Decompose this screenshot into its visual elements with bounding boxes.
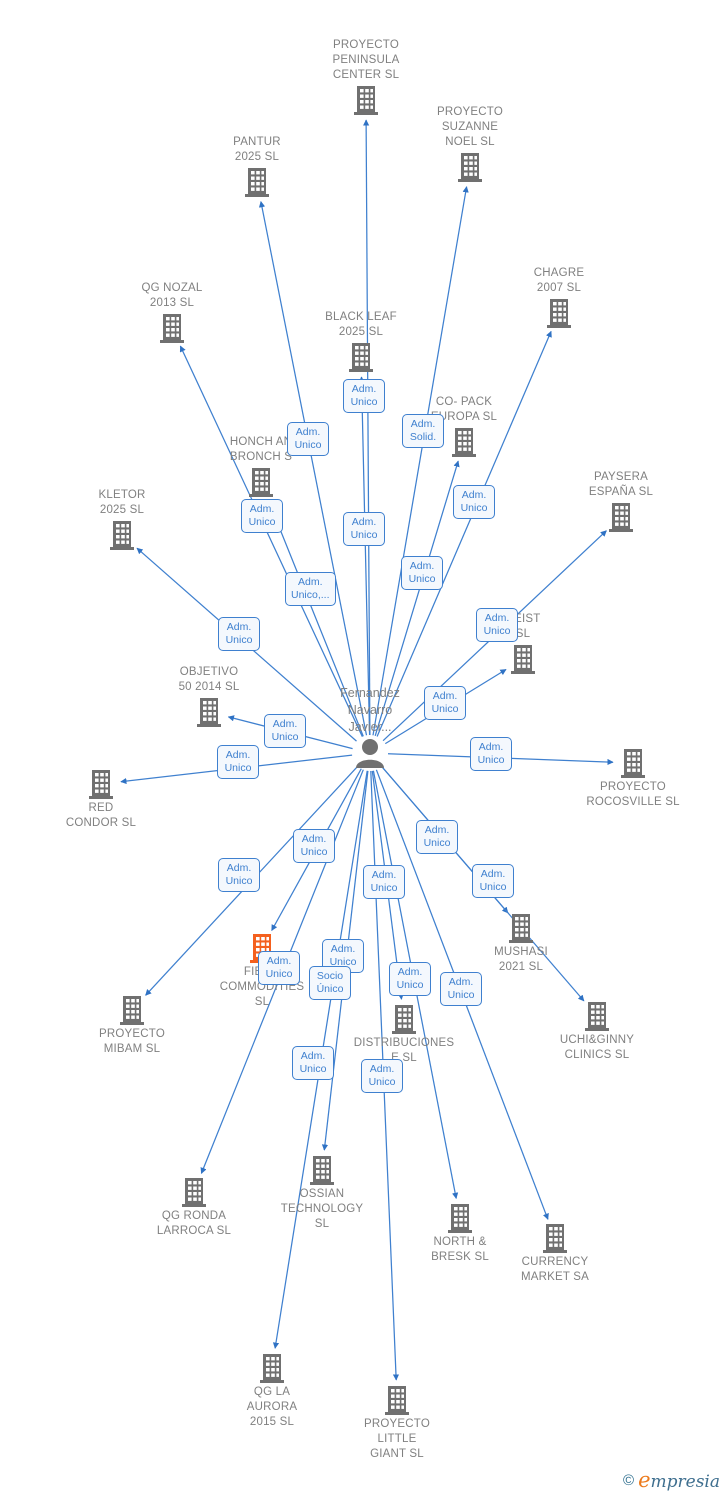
company-node[interactable]: QG NOZAL 2013 SL <box>112 281 232 344</box>
relation-label[interactable]: Adm. Unico <box>218 858 260 892</box>
company-node-label: UCHI&GINNY CLINICS SL <box>559 1034 635 1061</box>
relation-label[interactable]: Adm. Unico <box>287 422 329 456</box>
person-icon <box>353 738 387 773</box>
company-node[interactable]: DISTRIBUCIONES E SL <box>344 1003 464 1066</box>
relation-label[interactable]: Adm. Unico <box>343 379 385 413</box>
building-icon <box>507 912 535 944</box>
relation-label[interactable]: Adm. Unico,... <box>285 572 336 606</box>
relation-label[interactable]: Adm. Unico <box>401 556 443 590</box>
building-icon <box>352 84 380 116</box>
company-node-label: QG NOZAL 2013 SL <box>141 282 203 309</box>
company-node[interactable]: PROYECTO LITTLE GIANT SL <box>337 1384 457 1462</box>
building-icon <box>347 341 375 373</box>
company-node-label: PANTUR 2025 SL <box>233 136 281 163</box>
building-icon <box>308 1154 336 1186</box>
relation-label[interactable]: Adm. Unico <box>258 951 300 985</box>
building-icon <box>180 1176 208 1208</box>
company-node[interactable]: PROYECTO ROCOSVILLE SL <box>573 747 693 810</box>
relation-label[interactable]: Adm. Unico <box>217 745 259 779</box>
relation-label[interactable]: Adm. Solid. <box>402 414 444 448</box>
company-node[interactable]: PROYECTO MIBAM SL <box>72 994 192 1057</box>
building-icon <box>583 1000 611 1032</box>
building-icon <box>456 151 484 183</box>
building-icon <box>607 501 635 533</box>
building-icon <box>446 1202 474 1234</box>
company-node-label: KLETOR 2025 SL <box>98 489 146 516</box>
company-node[interactable]: PANTUR 2025 SL <box>197 135 317 198</box>
relation-label[interactable]: Adm. Unico <box>292 1046 334 1080</box>
company-node-label: CURRENCY MARKET SA <box>520 1256 590 1283</box>
building-icon <box>247 466 275 498</box>
relation-label[interactable]: Adm. Unico <box>218 617 260 651</box>
building-icon <box>619 747 647 779</box>
company-node-label: OSSIAN TECHNOLOGY SL <box>280 1188 364 1230</box>
company-node-label: PROYECTO ROCOSVILLE SL <box>586 781 680 808</box>
building-icon <box>450 426 478 458</box>
center-person-label: Fernandez Navarro Javier... <box>340 686 400 734</box>
company-node-label: CHAGRE 2007 SL <box>533 267 585 294</box>
relationship-edge <box>372 186 469 736</box>
company-node[interactable]: OBJETIVO 50 2014 SL <box>149 665 269 728</box>
relationship-edge <box>376 330 552 737</box>
company-node[interactable]: QG RONDA LARROCA SL <box>134 1176 254 1239</box>
company-node-label: MUSHASI 2021 SL <box>494 946 548 973</box>
brand-name: empresia <box>638 1468 720 1492</box>
relation-label[interactable]: Socio Único <box>309 966 351 1000</box>
building-icon <box>541 1222 569 1254</box>
company-node[interactable]: MUSHASI 2021 SL <box>461 912 581 975</box>
company-node-label: QG LA AURORA 2015 SL <box>246 1386 298 1428</box>
building-icon <box>118 994 146 1026</box>
company-node-label: HONCH AN BRONCH S <box>229 436 293 463</box>
relationship-graph-canvas: PROYECTO PENINSULA CENTER SL PROYECTO SUZ… <box>0 0 728 1500</box>
company-node[interactable]: BLACK LEAF 2025 SL <box>301 310 421 373</box>
building-icon <box>383 1384 411 1416</box>
relationship-edge <box>363 119 371 736</box>
company-node[interactable]: PAYSERA ESPAÑA SL <box>561 470 681 533</box>
center-person-node[interactable]: Fernandez Navarro Javier... <box>290 685 450 773</box>
building-icon <box>243 166 271 198</box>
watermark: © empresia <box>623 1468 720 1492</box>
company-node-label: NORTH & BRESK SL <box>431 1236 489 1263</box>
relation-label[interactable]: Adm. Unico <box>241 499 283 533</box>
relation-label[interactable]: Adm. Unico <box>476 608 518 642</box>
company-node-label: PROYECTO LITTLE GIANT SL <box>364 1418 430 1460</box>
building-icon <box>108 519 136 551</box>
company-node[interactable]: KLETOR 2025 SL <box>62 488 182 551</box>
building-icon <box>545 297 573 329</box>
company-node-label: OBJETIVO 50 2014 SL <box>178 666 240 693</box>
company-node[interactable]: RED CONDOR SL <box>41 768 161 831</box>
copyright-icon: © <box>623 1471 635 1489</box>
relation-label[interactable]: Adm. Unico <box>416 820 458 854</box>
relation-label[interactable]: Adm. Unico <box>361 1059 403 1093</box>
company-node-label: RED CONDOR SL <box>65 802 137 829</box>
building-icon <box>195 696 223 728</box>
company-node-label: BLACK LEAF 2025 SL <box>325 311 397 338</box>
company-node[interactable]: UCHI&GINNY CLINICS SL <box>537 1000 657 1063</box>
relation-label[interactable]: Adm. Unico <box>453 485 495 519</box>
building-icon <box>390 1003 418 1035</box>
company-node[interactable]: CURRENCY MARKET SA <box>495 1222 615 1285</box>
building-icon <box>158 312 186 344</box>
company-node[interactable]: PROYECTO SUZANNE NOEL SL <box>410 105 530 183</box>
company-node[interactable]: QG LA AURORA 2015 SL <box>212 1352 332 1430</box>
company-node-label: QG RONDA LARROCA SL <box>156 1210 232 1237</box>
company-node-label: PROYECTO PENINSULA CENTER SL <box>332 39 400 81</box>
relation-label[interactable]: Adm. Unico <box>472 864 514 898</box>
building-icon <box>258 1352 286 1384</box>
relation-label[interactable]: Adm. Unico <box>470 737 512 771</box>
company-node-label: PROYECTO MIBAM SL <box>99 1028 165 1055</box>
company-node[interactable]: CHAGRE 2007 SL <box>499 266 619 329</box>
relationship-edge <box>358 376 371 736</box>
company-node-label: PROYECTO SUZANNE NOEL SL <box>437 106 503 148</box>
building-icon <box>509 643 537 675</box>
relation-label[interactable]: Adm. Unico <box>363 865 405 899</box>
company-node[interactable]: PROYECTO PENINSULA CENTER SL <box>306 38 426 116</box>
relation-label[interactable]: Adm. Unico <box>389 962 431 996</box>
relation-label[interactable]: Adm. Unico <box>343 512 385 546</box>
relation-label[interactable]: Adm. Unico <box>293 829 335 863</box>
company-node-label: PAYSERA ESPAÑA SL <box>588 471 654 498</box>
building-icon <box>87 768 115 800</box>
company-node[interactable]: OSSIAN TECHNOLOGY SL <box>262 1154 382 1232</box>
relation-label[interactable]: Adm. Unico <box>440 972 482 1006</box>
